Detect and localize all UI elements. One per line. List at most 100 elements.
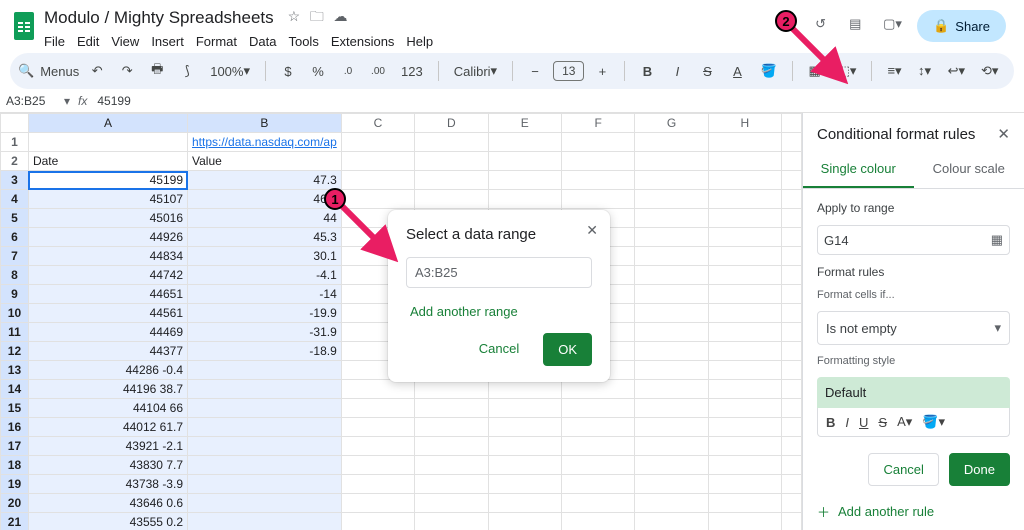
cell[interactable] xyxy=(188,399,342,418)
redo-icon[interactable]: ↷ xyxy=(115,58,139,84)
row-header[interactable]: 5 xyxy=(1,209,29,228)
cell[interactable] xyxy=(415,380,488,399)
star-icon[interactable]: ☆ xyxy=(288,8,301,24)
share-button[interactable]: 🔒 Share xyxy=(917,10,1006,42)
row-header[interactable]: 10 xyxy=(1,304,29,323)
cell[interactable] xyxy=(782,304,802,323)
cell[interactable]: 44926 xyxy=(28,228,187,247)
cell[interactable] xyxy=(341,513,414,530)
cell[interactable]: 43555 0.2 xyxy=(28,513,187,530)
cell[interactable] xyxy=(635,475,708,494)
paint-format-icon[interactable]: ⟆ xyxy=(175,58,199,84)
cell[interactable]: 44012 61.7 xyxy=(28,418,187,437)
name-box[interactable]: A3:B25 xyxy=(6,94,64,108)
italic-button[interactable]: I xyxy=(665,58,689,84)
cell[interactable]: 43738 -3.9 xyxy=(28,475,187,494)
cell[interactable] xyxy=(635,513,708,530)
halign-button[interactable]: ≡▾ xyxy=(882,58,906,84)
cell[interactable] xyxy=(782,418,802,437)
panel-cancel-button[interactable]: Cancel xyxy=(868,453,938,486)
menu-format[interactable]: Format xyxy=(196,34,237,49)
cell[interactable] xyxy=(782,323,802,342)
cell[interactable]: 47.3 xyxy=(188,171,342,190)
cell[interactable] xyxy=(782,285,802,304)
cell[interactable] xyxy=(341,152,414,171)
cell[interactable] xyxy=(415,456,488,475)
cell[interactable] xyxy=(635,228,708,247)
row-header[interactable]: 14 xyxy=(1,380,29,399)
cell[interactable] xyxy=(708,247,781,266)
valign-button[interactable]: ↕▾ xyxy=(913,58,937,84)
cell[interactable] xyxy=(782,266,802,285)
increase-decimal-button[interactable]: .00 xyxy=(366,58,390,84)
cell[interactable] xyxy=(782,494,802,513)
cell[interactable] xyxy=(415,475,488,494)
cell[interactable] xyxy=(635,152,708,171)
nasdaq-link[interactable]: https://data.nasdaq.com/ap xyxy=(192,135,337,149)
cell[interactable]: 44196 38.7 xyxy=(28,380,187,399)
cell[interactable] xyxy=(708,133,781,152)
cell[interactable]: 44742 xyxy=(28,266,187,285)
row-header[interactable]: 17 xyxy=(1,437,29,456)
cell[interactable] xyxy=(188,475,342,494)
cell[interactable] xyxy=(488,152,561,171)
cell[interactable] xyxy=(635,171,708,190)
cell[interactable] xyxy=(782,361,802,380)
cell[interactable] xyxy=(488,513,561,530)
grid-icon[interactable]: ▦ xyxy=(991,232,1003,248)
fill-color-button[interactable]: 🪣 xyxy=(755,58,781,84)
column-header-A[interactable]: A xyxy=(28,114,187,133)
text-color-button[interactable]: A xyxy=(725,58,749,84)
row-header[interactable]: 7 xyxy=(1,247,29,266)
column-header-E[interactable]: E xyxy=(488,114,561,133)
tab-colour-scale[interactable]: Colour scale xyxy=(914,151,1024,188)
cell[interactable]: Value xyxy=(188,152,342,171)
cell[interactable] xyxy=(708,494,781,513)
cell[interactable] xyxy=(341,475,414,494)
currency-button[interactable]: $ xyxy=(276,58,300,84)
cell[interactable] xyxy=(341,171,414,190)
cell[interactable]: 43830 7.7 xyxy=(28,456,187,475)
column-header-B[interactable]: B xyxy=(188,114,342,133)
cell[interactable] xyxy=(488,418,561,437)
cell[interactable] xyxy=(561,190,634,209)
cell[interactable] xyxy=(561,380,634,399)
cell[interactable] xyxy=(561,418,634,437)
style-underline-button[interactable]: U xyxy=(859,415,868,430)
cell[interactable] xyxy=(635,437,708,456)
cell[interactable] xyxy=(415,418,488,437)
formula-bar-value[interactable]: 45199 xyxy=(97,94,130,108)
cell[interactable] xyxy=(415,171,488,190)
cell[interactable] xyxy=(341,494,414,513)
cell[interactable]: 44377 xyxy=(28,342,187,361)
cell[interactable] xyxy=(188,418,342,437)
cell[interactable] xyxy=(188,437,342,456)
row-header[interactable]: 12 xyxy=(1,342,29,361)
cell[interactable] xyxy=(341,418,414,437)
cell[interactable] xyxy=(708,228,781,247)
menu-data[interactable]: Data xyxy=(249,34,276,49)
font-size-increase[interactable]: + xyxy=(590,58,614,84)
cell[interactable]: 44561 xyxy=(28,304,187,323)
cell[interactable] xyxy=(561,437,634,456)
cell[interactable] xyxy=(708,171,781,190)
cell[interactable] xyxy=(561,475,634,494)
cell[interactable]: 45.3 xyxy=(188,228,342,247)
cell[interactable] xyxy=(188,361,342,380)
style-bold-button[interactable]: B xyxy=(826,415,835,430)
close-icon[interactable]: ✕ xyxy=(586,222,598,239)
cell[interactable]: 44469 xyxy=(28,323,187,342)
cell[interactable] xyxy=(341,437,414,456)
cell[interactable] xyxy=(782,190,802,209)
cell[interactable] xyxy=(488,190,561,209)
cell[interactable] xyxy=(635,209,708,228)
cell[interactable] xyxy=(708,437,781,456)
column-header-H[interactable]: H xyxy=(708,114,781,133)
meet-icon[interactable]: ▢▾ xyxy=(883,16,903,36)
cell[interactable] xyxy=(782,171,802,190)
cell[interactable] xyxy=(635,342,708,361)
name-box-dropdown-icon[interactable]: ▾ xyxy=(64,94,70,108)
cell[interactable] xyxy=(415,494,488,513)
add-another-rule-button[interactable]: ＋ Add another rule xyxy=(817,502,1010,521)
zoom-select[interactable]: 100% ▾ xyxy=(205,58,255,84)
